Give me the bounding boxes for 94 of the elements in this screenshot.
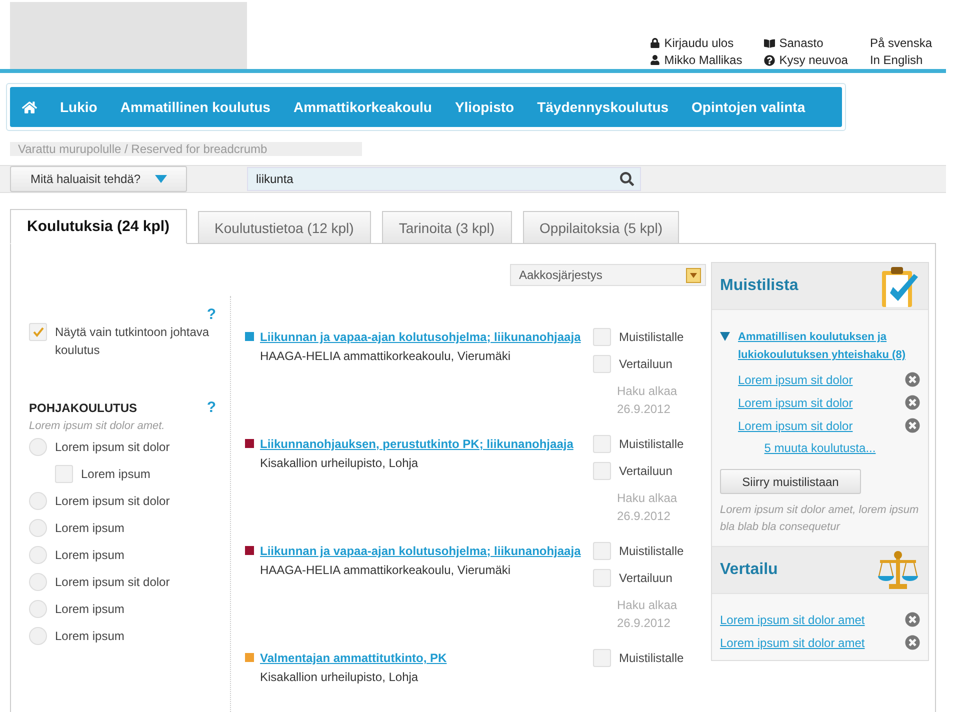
checkbox-label: Muistilistalle bbox=[619, 436, 684, 453]
user-icon bbox=[650, 55, 660, 65]
memo-list-button[interactable]: Siirry muistilistaan bbox=[720, 469, 861, 494]
checkbox[interactable] bbox=[593, 649, 611, 667]
nav-item[interactable]: Opintojen valinta bbox=[692, 99, 806, 115]
memo-item-link[interactable]: Lorem ipsum sit dolor bbox=[738, 396, 853, 410]
tab[interactable]: Oppilaitoksia (5 kpl) bbox=[522, 211, 680, 243]
comparison-item-link[interactable]: Lorem ipsum sit dolor amet bbox=[720, 612, 865, 626]
checkbox[interactable] bbox=[29, 323, 47, 341]
comparison-item-link[interactable]: Lorem ipsum sit dolor amet bbox=[720, 636, 865, 650]
expanded-icon[interactable] bbox=[720, 332, 730, 341]
search-icon[interactable] bbox=[620, 172, 634, 186]
remove-icon[interactable] bbox=[905, 372, 920, 387]
scales-icon bbox=[876, 550, 920, 590]
checkbox-label: Muistilistalle bbox=[619, 650, 684, 667]
checkbox-label: Vertailuun bbox=[619, 463, 672, 480]
group-link[interactable]: Ammatillisen koulutuksen ja lukiokoulutuksen yhteishaku (8) bbox=[738, 328, 920, 364]
header-link[interactable]: På svenska bbox=[870, 36, 932, 50]
help-icon bbox=[764, 54, 776, 66]
option-label: Lorem ipsum sit dolor bbox=[55, 574, 170, 591]
result-title-link[interactable]: Liikunnanohjauksen, perustutkinto PK; liikunanohjaaja bbox=[260, 437, 574, 451]
memo-item-link[interactable]: Lorem ipsum sit dolor bbox=[738, 372, 853, 386]
application-start: Haku alkaa 26.9.2012 bbox=[617, 383, 678, 418]
nav-item[interactable]: Täydennyskoulutus bbox=[537, 99, 669, 115]
breadcrumb-bar: Varattu murupolulle / Reserved for breadcrumb bbox=[10, 142, 362, 156]
result-school: Kisakallion urheilupisto, Lohja bbox=[260, 670, 420, 684]
tab[interactable]: Koulutustietoa (12 kpl) bbox=[198, 211, 371, 243]
remove-icon[interactable] bbox=[905, 635, 920, 650]
checkbox[interactable] bbox=[593, 542, 611, 560]
caret-icon bbox=[154, 175, 167, 183]
memo-item-link[interactable]: Lorem ipsum sit dolor bbox=[738, 418, 853, 432]
more-link[interactable]: 5 muuta koulutusta... bbox=[764, 441, 876, 455]
tab[interactable]: Koulutuksia (24 kpl) bbox=[10, 209, 187, 244]
tab[interactable]: Tarinoita (3 kpl) bbox=[382, 211, 512, 243]
header-link[interactable]: Kysy neuvoa bbox=[764, 53, 848, 67]
radio-button[interactable] bbox=[29, 438, 47, 456]
option-label: Lorem ipsum sit dolor bbox=[55, 493, 170, 510]
application-start: Haku alkaa 26.9.2012 bbox=[617, 490, 678, 525]
result-school: Kisakallion urheilupisto, Lohja bbox=[260, 456, 420, 470]
home-icon[interactable] bbox=[22, 100, 37, 114]
checkbox-label: Näytä vain tutkintoon johtava koulutus bbox=[55, 324, 210, 359]
header-link[interactable]: Kirjaudu ulos bbox=[650, 36, 742, 50]
checkbox-label: Vertailuun bbox=[619, 570, 672, 587]
action-dropdown[interactable]: Mitä haluaisit tehdä? bbox=[10, 166, 187, 192]
radio-button[interactable] bbox=[29, 492, 47, 510]
result-title-link[interactable]: Liikunnan ja vapaa-ajan kolutusohjelma; liikunanohjaaja bbox=[260, 544, 581, 558]
remove-icon[interactable] bbox=[905, 418, 920, 433]
checkbox-label: Muistilistalle bbox=[619, 329, 684, 346]
checkbox[interactable] bbox=[593, 355, 611, 373]
checkbox[interactable] bbox=[55, 465, 73, 483]
memo-note: Lorem ipsum sit dolor amet, lorem ipsum bla blab bla consequetur bbox=[720, 503, 920, 535]
comparison-title: Vertailu bbox=[720, 561, 778, 579]
radio-button[interactable] bbox=[29, 627, 47, 645]
checkbox[interactable] bbox=[593, 435, 611, 453]
radio-button[interactable] bbox=[29, 546, 47, 564]
check-icon bbox=[32, 327, 44, 337]
sort-dropdown[interactable]: Aakkosjärjestys bbox=[510, 264, 706, 286]
option-label: Lorem ipsum bbox=[81, 466, 150, 483]
help-icon[interactable]: ? bbox=[206, 399, 216, 416]
checkbox-label: Vertailuun bbox=[619, 356, 672, 373]
nav-item[interactable]: Lukio bbox=[60, 99, 98, 115]
help-icon[interactable]: ? bbox=[29, 306, 216, 323]
remove-icon[interactable] bbox=[905, 612, 920, 627]
nav-item[interactable]: Yliopisto bbox=[454, 99, 514, 115]
option-label: Lorem ipsum sit dolor bbox=[55, 439, 170, 456]
book-icon bbox=[764, 38, 776, 48]
radio-button[interactable] bbox=[29, 573, 47, 591]
nav-item[interactable]: Ammattikorkeakoulu bbox=[293, 99, 432, 115]
option-label: Lorem ipsum bbox=[55, 520, 124, 537]
radio-button[interactable] bbox=[29, 600, 47, 618]
result-school: HAAGA-HELIA ammattikorkeakoulu, Vierumäki bbox=[260, 563, 512, 577]
nav-item[interactable]: Ammatillinen koulutus bbox=[120, 99, 270, 115]
header-link[interactable]: Mikko Mallikas bbox=[650, 53, 742, 67]
application-start: Haku alkaa 26.9.2012 bbox=[617, 597, 678, 632]
caret-icon bbox=[690, 272, 697, 278]
section-title: POHJAKOULUTUS bbox=[29, 400, 138, 414]
radio-button[interactable] bbox=[29, 519, 47, 537]
option-label: Lorem ipsum bbox=[55, 601, 124, 618]
lock-icon bbox=[650, 38, 660, 48]
result-school: HAAGA-HELIA ammattikorkeakoulu, Vierumäki bbox=[260, 349, 512, 363]
option-label: Lorem ipsum bbox=[55, 547, 124, 564]
option-label: Lorem ipsum bbox=[55, 628, 124, 645]
checkbox[interactable] bbox=[593, 462, 611, 480]
search-field[interactable]: liikunta bbox=[247, 167, 641, 191]
checkbox[interactable] bbox=[593, 569, 611, 587]
header-link[interactable]: Sanasto bbox=[764, 36, 848, 50]
checkbox[interactable] bbox=[593, 328, 611, 346]
checkbox-label: Muistilistalle bbox=[619, 543, 684, 560]
result-title-link[interactable]: Valmentajan ammattitutkinto, PK bbox=[260, 651, 447, 665]
remove-icon[interactable] bbox=[905, 395, 920, 410]
section-hint: Lorem ipsum sit dolor amet. bbox=[29, 420, 166, 432]
result-title-link[interactable]: Liikunnan ja vapaa-ajan kolutusohjelma; liikunanohjaaja bbox=[260, 330, 581, 344]
memo-list-title: Muistilista bbox=[720, 277, 798, 295]
header-link[interactable]: In English bbox=[870, 53, 932, 67]
